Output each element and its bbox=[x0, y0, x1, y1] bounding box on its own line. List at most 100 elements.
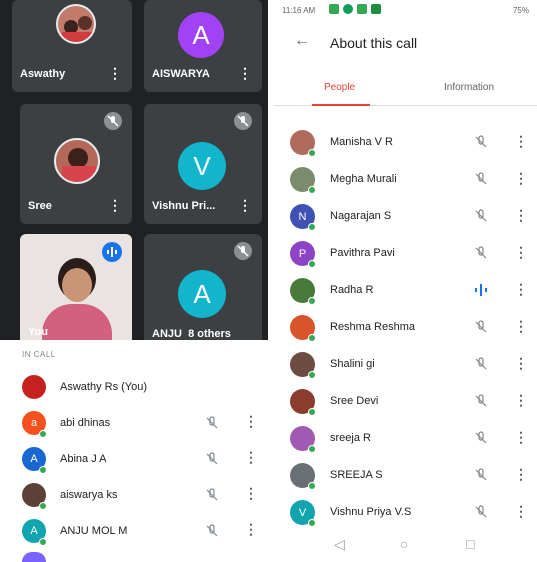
participant-row[interactable]: A ANJU MOL M ⋮ bbox=[0, 514, 268, 550]
more-options-icon[interactable]: ⋮ bbox=[238, 197, 252, 214]
page-title: About this call bbox=[330, 35, 418, 51]
participant-row[interactable]: Megha Murali ⋮ bbox=[274, 161, 537, 198]
mic-off-icon bbox=[206, 416, 218, 429]
tile-self-video[interactable]: You bbox=[20, 234, 132, 340]
tab-people[interactable]: People bbox=[324, 82, 355, 93]
participant-row[interactable]: Sree Devi ⋮ bbox=[274, 383, 537, 420]
more-options-icon[interactable]: ⋮ bbox=[514, 503, 528, 520]
online-dot bbox=[308, 223, 316, 231]
speaking-mic-icon bbox=[475, 284, 487, 296]
participant-name: Manisha V R bbox=[330, 136, 393, 148]
more-options-icon[interactable]: ⋮ bbox=[244, 485, 258, 502]
app-icon bbox=[329, 4, 339, 14]
participant-row[interactable]: Shalini gi ⋮ bbox=[274, 346, 537, 383]
participant-row[interactable]: SREEJA S ⋮ bbox=[274, 457, 537, 494]
more-options-icon[interactable]: ⋮ bbox=[244, 521, 258, 538]
aswathy-photo-avatar bbox=[56, 4, 96, 44]
more-options-icon[interactable]: ⋮ bbox=[108, 65, 122, 82]
about-this-call-screen: 11:16 AM 75% ← About this call People In… bbox=[274, 0, 537, 562]
more-options-icon[interactable]: ⋮ bbox=[514, 429, 528, 446]
participant-row[interactable]: Radha R ⋮ bbox=[274, 272, 537, 309]
participant-name: SREEJA S bbox=[330, 469, 383, 481]
in-call-section-label: IN CALL bbox=[22, 350, 56, 359]
mic-off-icon bbox=[206, 452, 218, 465]
online-dot bbox=[308, 445, 316, 453]
participant-name: Radha R bbox=[330, 284, 374, 296]
mic-off-icon bbox=[475, 209, 487, 222]
mic-off-icon bbox=[475, 172, 487, 185]
more-options-icon[interactable]: ⋮ bbox=[238, 65, 252, 82]
participant-name: Megha Murali bbox=[330, 173, 397, 185]
more-options-icon[interactable]: ⋮ bbox=[514, 466, 528, 483]
participant-name: Pavithra Pavi bbox=[330, 247, 395, 259]
participant-name: ANJU MOL M bbox=[60, 525, 128, 537]
more-options-icon[interactable]: ⋮ bbox=[514, 392, 528, 409]
notification-icons bbox=[329, 4, 381, 14]
more-options-icon[interactable]: ⋮ bbox=[244, 413, 258, 430]
mic-off-icon bbox=[475, 468, 487, 481]
app-icon bbox=[343, 4, 353, 14]
more-options-icon[interactable]: ⋮ bbox=[514, 207, 528, 224]
participant-row[interactable]: a abi dhinas ⋮ bbox=[0, 406, 268, 442]
tile-aiswarya[interactable]: A AISWARYA ⋮ bbox=[144, 0, 262, 92]
status-time: 11:16 AM bbox=[282, 6, 316, 15]
anju-avatar: A bbox=[178, 270, 226, 318]
participant-row[interactable]: sreeja R ⋮ bbox=[274, 420, 537, 457]
more-options-icon[interactable]: ⋮ bbox=[108, 197, 122, 214]
mic-off-icon bbox=[104, 112, 122, 130]
video-grid: Aswathy ⋮ A AISWARYA ⋮ Sree ⋮ V Vishnu P… bbox=[0, 0, 268, 340]
online-dot bbox=[39, 430, 47, 438]
participant-row[interactable]: V Vishnu Priya V.S ⋮ bbox=[274, 494, 537, 531]
participant-row[interactable]: Aswathy Rs (You) bbox=[0, 370, 268, 406]
tile-name: ANJU 8 others bbox=[152, 328, 231, 340]
tab-bar: People Information bbox=[274, 72, 537, 106]
tab-information[interactable]: Information bbox=[444, 82, 494, 93]
online-dot bbox=[308, 371, 316, 379]
more-options-icon[interactable]: ⋮ bbox=[514, 133, 528, 150]
participant-name: Nagarajan S bbox=[330, 210, 392, 222]
nav-recents-icon[interactable]: □ bbox=[466, 536, 474, 552]
online-dot bbox=[39, 538, 47, 546]
online-dot bbox=[39, 502, 47, 510]
participant-row[interactable]: P Pavithra Pavi ⋮ bbox=[274, 235, 537, 272]
vishnu-avatar: V bbox=[178, 142, 226, 190]
participant-name: Vishnu Priya V.S bbox=[330, 506, 412, 518]
status-bar: 11:16 AM 75% bbox=[274, 0, 537, 22]
back-arrow-icon[interactable]: ← bbox=[294, 32, 310, 50]
online-dot bbox=[308, 519, 316, 527]
nav-back-icon[interactable]: ◁ bbox=[334, 536, 345, 553]
participant-name: Shalini gi bbox=[330, 358, 375, 370]
others-count: 8 others bbox=[188, 328, 231, 340]
online-dot bbox=[308, 260, 316, 268]
tile-sree[interactable]: Sree ⋮ bbox=[20, 104, 132, 224]
more-options-icon[interactable]: ⋮ bbox=[514, 355, 528, 372]
more-options-icon[interactable]: ⋮ bbox=[514, 281, 528, 298]
online-dot bbox=[308, 408, 316, 416]
participant-name: Sree Devi bbox=[330, 395, 379, 407]
participant-row[interactable]: Manisha V R ⋮ bbox=[274, 124, 537, 161]
meet-call-screen: Aswathy ⋮ A AISWARYA ⋮ Sree ⋮ V Vishnu P… bbox=[0, 0, 268, 562]
participant-row[interactable]: A Abina J A ⋮ bbox=[0, 442, 268, 478]
participant-row[interactable]: aiswarya ks ⋮ bbox=[0, 478, 268, 514]
participant-row[interactable]: Reshma Reshma ⋮ bbox=[274, 309, 537, 346]
tile-aswathy[interactable]: Aswathy ⋮ bbox=[12, 0, 132, 92]
mic-off-icon bbox=[206, 488, 218, 501]
system-nav-bar: ◁ ○ □ bbox=[274, 530, 537, 562]
online-dot bbox=[308, 334, 316, 342]
online-dot bbox=[308, 482, 316, 490]
tile-name: Vishnu Pri... bbox=[152, 200, 216, 212]
online-dot bbox=[308, 149, 316, 157]
more-options-icon[interactable]: ⋮ bbox=[514, 170, 528, 187]
sree-photo-avatar bbox=[54, 138, 100, 184]
mic-off-icon bbox=[475, 505, 487, 518]
more-options-icon[interactable]: ⋮ bbox=[244, 449, 258, 466]
more-options-icon[interactable]: ⋮ bbox=[514, 318, 528, 335]
mic-off-icon bbox=[206, 524, 218, 537]
nav-home-icon[interactable]: ○ bbox=[400, 536, 408, 552]
tile-anju-others[interactable]: A ANJU 8 others bbox=[144, 234, 262, 340]
mic-off-icon bbox=[234, 112, 252, 130]
tile-vishnu[interactable]: V Vishnu Pri... ⋮ bbox=[144, 104, 262, 224]
participant-row[interactable]: N Nagarajan S ⋮ bbox=[274, 198, 537, 235]
more-options-icon[interactable]: ⋮ bbox=[514, 244, 528, 261]
participant-name: Aswathy Rs (You) bbox=[60, 381, 148, 393]
